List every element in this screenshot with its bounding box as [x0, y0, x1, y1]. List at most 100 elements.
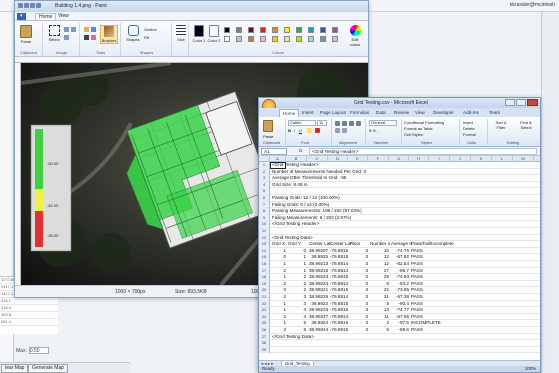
data-cell[interactable]: 22 — [370, 287, 389, 293]
data-cell[interactable]: 3 — [350, 301, 368, 307]
palette-swatch[interactable] — [308, 27, 314, 33]
row-header[interactable]: 9 — [259, 214, 270, 222]
name-box[interactable]: A1 — [261, 148, 287, 155]
cell-text[interactable]: </Grid Testing Data> — [272, 334, 314, 340]
row-header[interactable]: 22 — [259, 300, 270, 308]
data-cell[interactable]: 3 — [350, 261, 368, 267]
data-cell[interactable]: 38.99244 — [309, 327, 328, 333]
data-cell[interactable]: 12 — [370, 254, 389, 260]
data-cell[interactable]: 27 — [370, 268, 389, 274]
data-cell[interactable]: -73.85 — [391, 287, 409, 293]
palette-swatch[interactable] — [260, 27, 266, 33]
row-header[interactable]: 15 — [259, 254, 270, 261]
data-cell[interactable]: 2 — [370, 320, 389, 326]
tab-review[interactable]: Review — [391, 109, 412, 117]
data-cell[interactable]: -76.8815 — [330, 248, 348, 254]
size-button[interactable]: Size — [174, 25, 188, 42]
palette-swatch[interactable] — [224, 36, 230, 42]
maximize-button[interactable] — [516, 99, 526, 106]
data-cell[interactable]: 38.99224 — [309, 281, 328, 287]
row-header[interactable]: 2 — [259, 168, 270, 176]
palette-swatch[interactable] — [296, 36, 302, 42]
tab-developer[interactable]: Developer — [430, 109, 457, 117]
align-right-icon[interactable] — [349, 121, 354, 126]
insert-cells-button[interactable]: Insert — [463, 120, 473, 125]
data-cell[interactable]: 11 — [370, 314, 389, 320]
data-cell[interactable]: 2 — [288, 281, 306, 287]
paint-title-bar[interactable]: Building 1.4.png - Paint — [15, 1, 368, 12]
data-cell[interactable]: 3 — [350, 307, 368, 313]
column-title-cell[interactable]: Floor — [350, 241, 368, 247]
data-cell[interactable]: 2 — [272, 281, 286, 287]
data-cell[interactable]: -76.8815 — [330, 254, 348, 260]
user-label[interactable]: kkrassler@mcintosh — [510, 2, 555, 8]
font-color-icon[interactable] — [315, 128, 320, 133]
data-cell[interactable]: 0 — [272, 287, 286, 293]
data-cell[interactable]: 5 — [288, 327, 306, 333]
data-cell[interactable]: PASS — [411, 274, 451, 280]
data-cell[interactable]: 3 — [350, 248, 368, 254]
wrap-text-icon[interactable] — [356, 121, 361, 126]
data-cell[interactable]: 38.9923 — [309, 301, 328, 307]
data-cell[interactable]: 3 — [350, 254, 368, 260]
edit-colors-button[interactable]: Edit colors — [346, 25, 364, 47]
tab-page-layout[interactable]: Page Layout — [317, 109, 349, 117]
data-cell[interactable]: 3 — [350, 294, 368, 300]
column-title-cell[interactable]: Pass/Fail/Incomplete — [411, 241, 454, 247]
data-cell[interactable]: 38.9924 — [309, 320, 328, 326]
column-title-cell[interactable]: Grid Y — [288, 241, 306, 247]
data-cell[interactable]: -76.8815 — [330, 307, 348, 313]
data-cell[interactable]: -76.8815 — [330, 287, 348, 293]
data-cell[interactable]: -76.8814 — [330, 314, 348, 320]
tab-view[interactable]: View — [55, 13, 72, 20]
cell-text[interactable]: Passing Measurements: 196 / 202 (97.03%) — [272, 208, 362, 214]
data-cell[interactable]: -66.7 — [391, 268, 409, 274]
row-header[interactable]: 5 — [259, 188, 270, 195]
delete-cells-button[interactable]: Delete — [463, 126, 475, 131]
fill-color-icon[interactable] — [307, 128, 312, 133]
spreadsheet-grid[interactable]: 1 <Grid Testing Header> 2 Number of Measure… — [259, 162, 540, 360]
select-button[interactable]: Select — [47, 25, 61, 42]
data-cell[interactable]: -88.6 — [391, 327, 409, 333]
data-cell[interactable]: 12 — [370, 261, 389, 267]
palette-swatch[interactable] — [236, 27, 242, 33]
data-cell[interactable]: PASS — [411, 248, 451, 254]
tab-data[interactable]: Data — [373, 109, 389, 117]
palette-swatch[interactable] — [332, 36, 338, 42]
data-cell[interactable]: 3 — [350, 287, 368, 293]
align-left-icon[interactable] — [335, 121, 340, 126]
row-header[interactable]: 21 — [259, 294, 270, 301]
text-tool-icon[interactable] — [84, 35, 89, 40]
tab-formulas[interactable]: Formulas — [347, 109, 372, 117]
row-header[interactable]: 11 — [259, 228, 270, 235]
data-cell[interactable]: -67.92 — [391, 254, 409, 260]
palette-swatch[interactable] — [272, 36, 278, 42]
currency-button[interactable]: $ % , — [369, 128, 378, 133]
data-cell[interactable]: PASS — [411, 268, 451, 274]
data-cell[interactable]: 38.99216 — [309, 268, 328, 274]
cell-text[interactable]: Number of Measurements Needed Per Grid: … — [272, 169, 366, 175]
data-cell[interactable]: 3 — [288, 301, 306, 307]
data-cell[interactable]: 0 — [272, 254, 286, 260]
data-cell[interactable]: 38.99221 — [309, 287, 328, 293]
data-cell[interactable]: -97.5 — [391, 320, 409, 326]
list-item[interactable]: 354.8 — [0, 312, 58, 319]
column-title-cell[interactable]: Number o — [370, 241, 390, 247]
excel-title-bar[interactable]: Grid Testing.csv - Microsoft Excel — [259, 98, 540, 108]
italic-button[interactable]: I — [294, 128, 295, 133]
data-cell[interactable]: 1 — [272, 307, 286, 313]
column-title-cell[interactable]: Center Lon — [330, 241, 353, 247]
cell-text[interactable]: Average DBm Threshold In Grid: -95 — [272, 175, 346, 181]
data-cell[interactable]: 1 — [288, 254, 306, 260]
palette-swatch[interactable] — [332, 27, 338, 33]
data-cell[interactable]: 4 — [288, 307, 306, 313]
palette-swatch[interactable] — [320, 27, 326, 33]
column-title-cell[interactable]: Average o — [391, 241, 412, 247]
data-cell[interactable]: 1 — [272, 274, 286, 280]
format-as-table-button[interactable]: Format as Table — [404, 126, 433, 131]
list-item[interactable]: 216.3 — [0, 305, 58, 312]
palette-swatch[interactable] — [320, 36, 326, 42]
data-cell[interactable]: PASS — [411, 261, 451, 267]
column-title-cell[interactable]: Center Lat — [309, 241, 330, 247]
row-header[interactable]: 29 — [259, 346, 270, 354]
